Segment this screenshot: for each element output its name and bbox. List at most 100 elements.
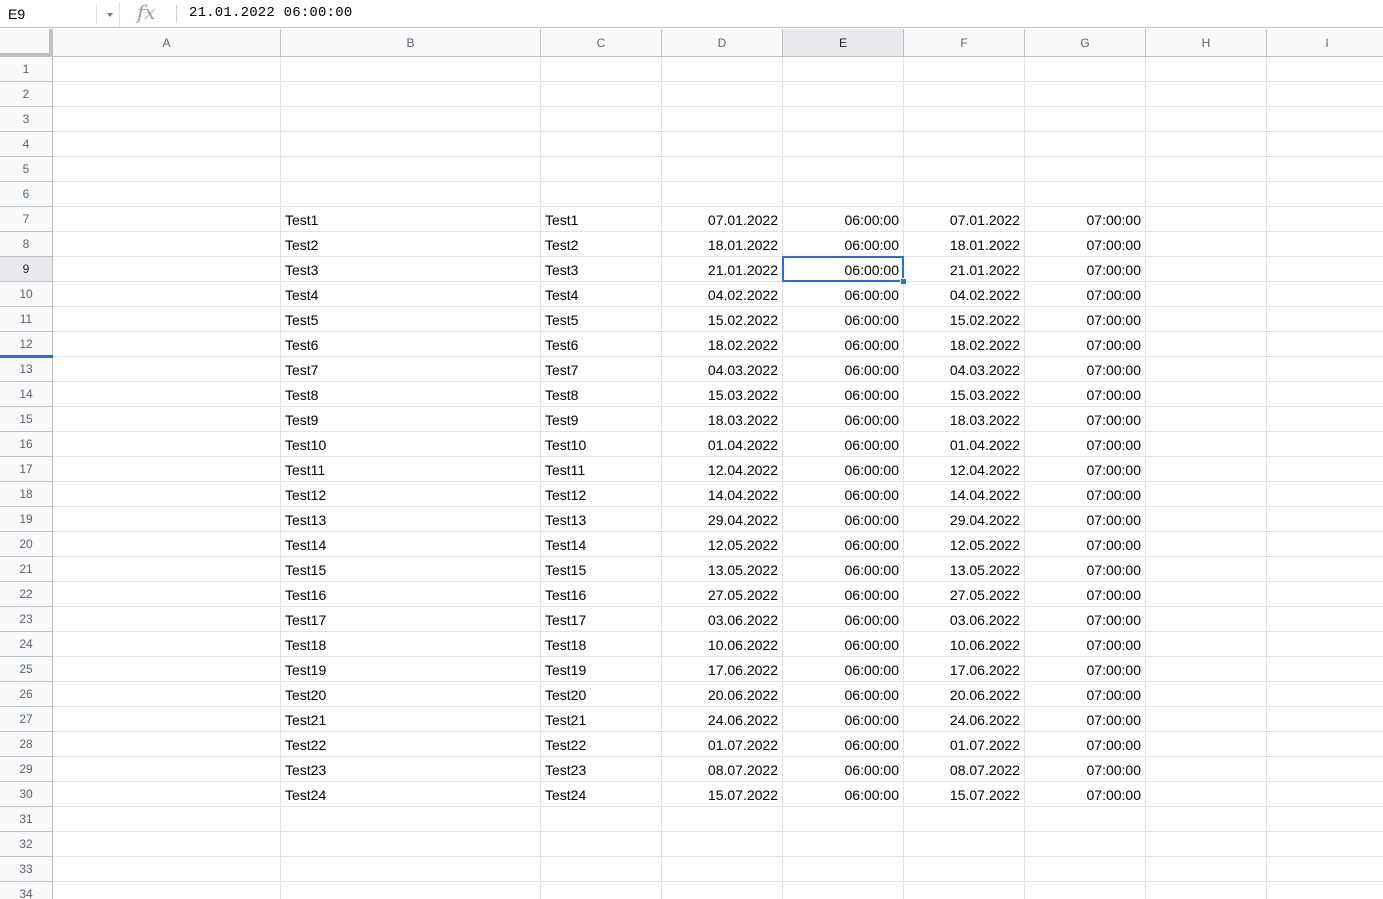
cell-h2[interactable] xyxy=(1146,82,1267,107)
cell-c14[interactable]: Test8 xyxy=(541,382,662,407)
cell-e27[interactable]: 06:00:00 xyxy=(783,707,904,732)
cell-b23[interactable]: Test17 xyxy=(281,607,541,632)
cell-c18[interactable]: Test12 xyxy=(541,482,662,507)
cell-g4[interactable] xyxy=(1025,132,1146,157)
cell-i17[interactable] xyxy=(1267,457,1383,482)
cell-g25[interactable]: 07:00:00 xyxy=(1025,657,1146,682)
row-header-26[interactable]: 26 xyxy=(0,682,53,707)
cell-d18[interactable]: 14.04.2022 xyxy=(662,482,783,507)
cell-b12[interactable]: Test6 xyxy=(281,332,541,357)
cell-a10[interactable] xyxy=(53,282,281,307)
cell-i19[interactable] xyxy=(1267,507,1383,532)
row-header-3[interactable]: 3 xyxy=(0,107,53,132)
cell-a34[interactable] xyxy=(53,882,281,899)
cell-h34[interactable] xyxy=(1146,882,1267,899)
cell-a30[interactable] xyxy=(53,782,281,807)
cell-d2[interactable] xyxy=(662,82,783,107)
cell-h30[interactable] xyxy=(1146,782,1267,807)
cell-g32[interactable] xyxy=(1025,832,1146,857)
cell-f24[interactable]: 10.06.2022 xyxy=(904,632,1025,657)
cell-f10[interactable]: 04.02.2022 xyxy=(904,282,1025,307)
cell-a1[interactable] xyxy=(53,57,281,82)
cell-f15[interactable]: 18.03.2022 xyxy=(904,407,1025,432)
row-header-12[interactable]: 12 xyxy=(0,332,53,357)
row-header-15[interactable]: 15 xyxy=(0,407,53,432)
cell-b24[interactable]: Test18 xyxy=(281,632,541,657)
cell-g22[interactable]: 07:00:00 xyxy=(1025,582,1146,607)
cell-d19[interactable]: 29.04.2022 xyxy=(662,507,783,532)
cell-a12[interactable] xyxy=(53,332,281,357)
cell-c16[interactable]: Test10 xyxy=(541,432,662,457)
cell-d21[interactable]: 13.05.2022 xyxy=(662,557,783,582)
cell-g12[interactable]: 07:00:00 xyxy=(1025,332,1146,357)
cell-c13[interactable]: Test7 xyxy=(541,357,662,382)
cell-c31[interactable] xyxy=(541,807,662,832)
cell-c22[interactable]: Test16 xyxy=(541,582,662,607)
cell-i8[interactable] xyxy=(1267,232,1383,257)
cell-b3[interactable] xyxy=(281,107,541,132)
cell-i24[interactable] xyxy=(1267,632,1383,657)
cell-i12[interactable] xyxy=(1267,332,1383,357)
cell-b18[interactable]: Test12 xyxy=(281,482,541,507)
cell-h5[interactable] xyxy=(1146,157,1267,182)
cell-f4[interactable] xyxy=(904,132,1025,157)
name-box-dropdown-icon[interactable] xyxy=(96,4,116,24)
cell-e32[interactable] xyxy=(783,832,904,857)
cell-b17[interactable]: Test11 xyxy=(281,457,541,482)
row-header-6[interactable]: 6 xyxy=(0,182,53,207)
column-header-b[interactable]: B xyxy=(281,29,541,57)
cell-c15[interactable]: Test9 xyxy=(541,407,662,432)
cell-c33[interactable] xyxy=(541,857,662,882)
cell-d3[interactable] xyxy=(662,107,783,132)
cell-a3[interactable] xyxy=(53,107,281,132)
cell-f14[interactable]: 15.03.2022 xyxy=(904,382,1025,407)
cell-c19[interactable]: Test13 xyxy=(541,507,662,532)
formula-input[interactable]: 21.01.2022 06:00:00 xyxy=(189,5,352,21)
row-header-7[interactable]: 7 xyxy=(0,207,53,232)
row-header-31[interactable]: 31 xyxy=(0,807,53,832)
cell-i31[interactable] xyxy=(1267,807,1383,832)
cell-f2[interactable] xyxy=(904,82,1025,107)
cell-a14[interactable] xyxy=(53,382,281,407)
cell-f5[interactable] xyxy=(904,157,1025,182)
cell-h28[interactable] xyxy=(1146,732,1267,757)
cell-i21[interactable] xyxy=(1267,557,1383,582)
cell-h32[interactable] xyxy=(1146,832,1267,857)
cell-g9[interactable]: 07:00:00 xyxy=(1025,257,1146,282)
cell-a29[interactable] xyxy=(53,757,281,782)
cell-d24[interactable]: 10.06.2022 xyxy=(662,632,783,657)
cell-c29[interactable]: Test23 xyxy=(541,757,662,782)
cell-d31[interactable] xyxy=(662,807,783,832)
cell-d9[interactable]: 21.01.2022 xyxy=(662,257,783,282)
cell-h13[interactable] xyxy=(1146,357,1267,382)
cell-c6[interactable] xyxy=(541,182,662,207)
cell-d4[interactable] xyxy=(662,132,783,157)
cell-d1[interactable] xyxy=(662,57,783,82)
cell-e10[interactable]: 06:00:00 xyxy=(783,282,904,307)
cell-d30[interactable]: 15.07.2022 xyxy=(662,782,783,807)
cell-i25[interactable] xyxy=(1267,657,1383,682)
cell-d26[interactable]: 20.06.2022 xyxy=(662,682,783,707)
cell-e34[interactable] xyxy=(783,882,904,899)
cell-h12[interactable] xyxy=(1146,332,1267,357)
cell-i7[interactable] xyxy=(1267,207,1383,232)
cell-h31[interactable] xyxy=(1146,807,1267,832)
cell-h20[interactable] xyxy=(1146,532,1267,557)
cell-e3[interactable] xyxy=(783,107,904,132)
cell-f32[interactable] xyxy=(904,832,1025,857)
cell-h16[interactable] xyxy=(1146,432,1267,457)
cell-d8[interactable]: 18.01.2022 xyxy=(662,232,783,257)
cell-b14[interactable]: Test8 xyxy=(281,382,541,407)
cell-i34[interactable] xyxy=(1267,882,1383,899)
row-header-24[interactable]: 24 xyxy=(0,632,53,657)
cell-f17[interactable]: 12.04.2022 xyxy=(904,457,1025,482)
cell-e26[interactable]: 06:00:00 xyxy=(783,682,904,707)
cell-e14[interactable]: 06:00:00 xyxy=(783,382,904,407)
cell-f3[interactable] xyxy=(904,107,1025,132)
cell-i18[interactable] xyxy=(1267,482,1383,507)
cell-g17[interactable]: 07:00:00 xyxy=(1025,457,1146,482)
cell-d13[interactable]: 04.03.2022 xyxy=(662,357,783,382)
cell-g30[interactable]: 07:00:00 xyxy=(1025,782,1146,807)
cell-i1[interactable] xyxy=(1267,57,1383,82)
cell-f12[interactable]: 18.02.2022 xyxy=(904,332,1025,357)
